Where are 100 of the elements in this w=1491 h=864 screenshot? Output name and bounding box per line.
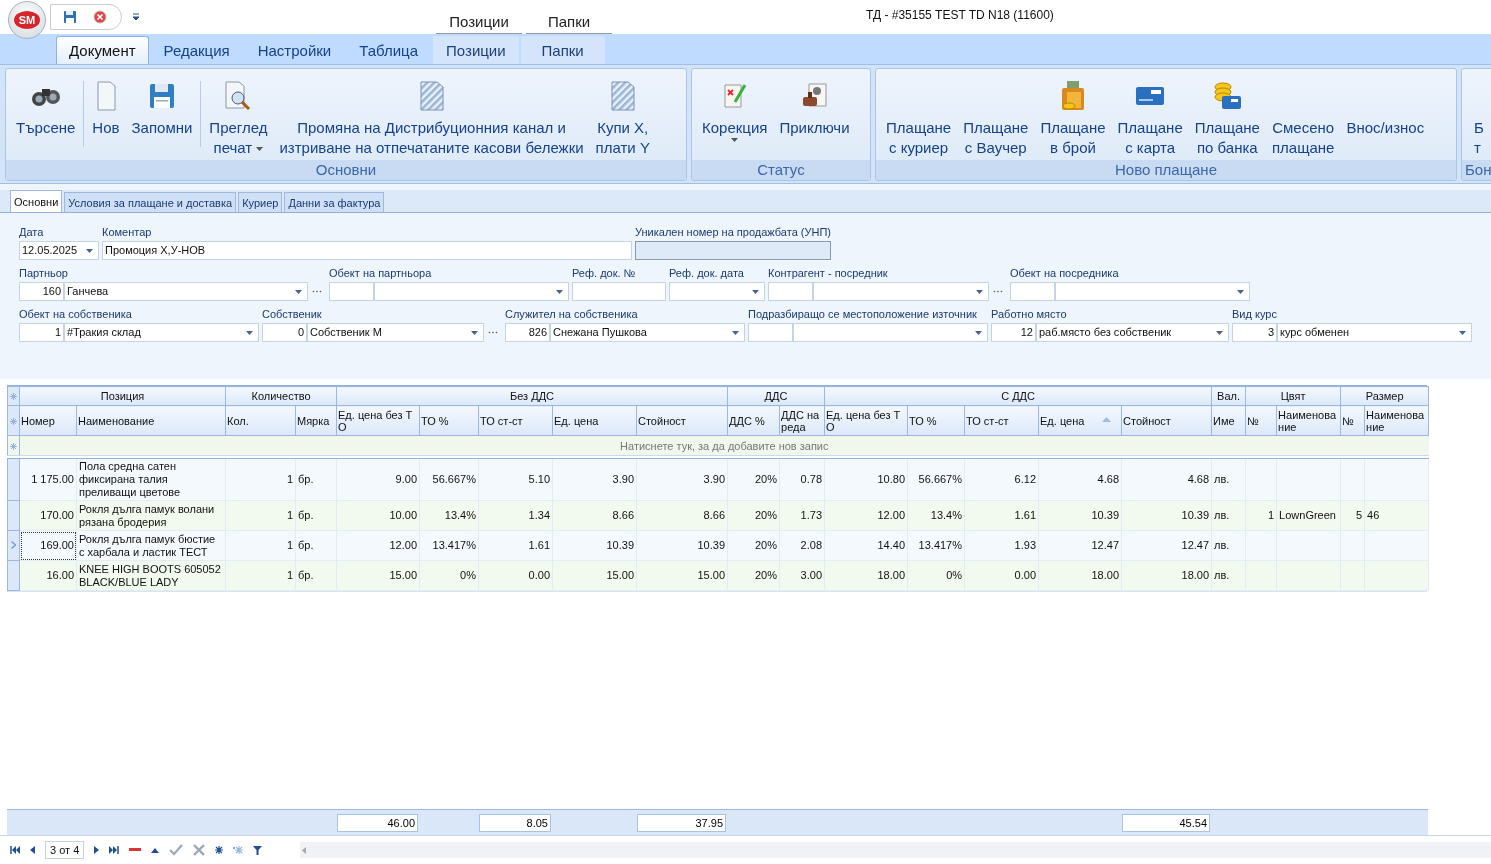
ribbon-tab[interactable]: Позиции: [433, 36, 519, 64]
ribbon-tab[interactable]: Папки: [520, 36, 605, 64]
ribbon-tab[interactable]: Настройки: [244, 36, 345, 64]
form-tab[interactable]: Данни за фактура: [284, 192, 385, 212]
ribbon-button[interactable]: Плащане по банка: [1188, 77, 1266, 158]
code-field[interactable]: 0: [262, 323, 307, 342]
form-tab[interactable]: Куриер: [238, 192, 283, 212]
customize-caret-icon[interactable]: [132, 13, 140, 21]
horizontal-scrollbar[interactable]: [300, 842, 1491, 858]
caret-icon: [256, 147, 264, 152]
combo-box[interactable]: #Тракия склад: [64, 323, 259, 342]
text-field[interactable]: [572, 282, 666, 301]
ribbon-button[interactable]: Купи Х, плати Y: [589, 77, 656, 158]
ribbon-group-label: Основни: [6, 160, 686, 180]
delete-record-icon[interactable]: [129, 848, 142, 852]
dropdown-arrow-icon: [976, 289, 983, 294]
ribbon-button[interactable]: Плащане с Ваучер: [957, 77, 1035, 158]
text-field[interactable]: Промоция Х,У-НОВ: [102, 241, 632, 260]
ribbon-button[interactable]: Търсене: [10, 77, 82, 138]
more-icon[interactable]: [488, 331, 498, 334]
column-header[interactable]: ТО ст-ст: [964, 405, 1039, 436]
first-record-icon[interactable]: [10, 846, 20, 854]
code-field[interactable]: 3: [1232, 323, 1277, 342]
column-header[interactable]: ТО ст-ст: [478, 405, 553, 436]
ribbon-button[interactable]: Преглед печат: [203, 77, 274, 158]
date-picker[interactable]: 12.05.2025: [19, 241, 99, 260]
ribbon-tab[interactable]: Таблица: [346, 36, 432, 64]
ribbon-button[interactable]: Смесено плащане: [1265, 77, 1341, 158]
date-picker[interactable]: [669, 282, 765, 301]
column-header[interactable]: Стойност: [636, 405, 728, 436]
field-label: Вид курс: [1232, 307, 1278, 322]
asterisk-icon: [10, 417, 17, 425]
column-header[interactable]: Ед. цена без ТО: [336, 405, 420, 436]
ribbon-button[interactable]: Приключи: [773, 77, 856, 138]
column-group-header: С ДДС: [824, 386, 1212, 406]
combo-box[interactable]: Снежана Пушкова: [550, 323, 745, 342]
column-header[interactable]: Наименование: [76, 405, 226, 436]
ribbon-button[interactable]: Плащане с куриер: [880, 77, 958, 158]
column-header[interactable]: ТО %: [419, 405, 479, 436]
column-header[interactable]: Наименование: [1364, 405, 1429, 436]
app-menu-button[interactable]: SM: [8, 1, 46, 39]
ribbon-button[interactable]: Плащане с карта: [1111, 77, 1189, 158]
save-icon[interactable]: [63, 10, 77, 24]
field-label: Реф. док. №: [572, 266, 637, 281]
code-field[interactable]: 826: [505, 323, 550, 342]
close-icon[interactable]: [93, 10, 107, 24]
edit-record-icon[interactable]: [151, 847, 160, 853]
asterisk-icon[interactable]: [215, 846, 224, 854]
column-header[interactable]: Номер: [19, 405, 77, 436]
code-field[interactable]: 160: [19, 282, 64, 301]
check-icon[interactable]: [169, 844, 184, 856]
filter-icon[interactable]: [253, 845, 263, 855]
column-header[interactable]: ТО %: [907, 405, 965, 436]
ribbon-button[interactable]: Плащане в брой: [1034, 77, 1112, 158]
table-cell-text: бр.: [298, 473, 315, 486]
code-field[interactable]: [748, 323, 793, 342]
code-field[interactable]: 1: [19, 323, 64, 342]
scroll-left-icon[interactable]: [302, 846, 306, 854]
row-indicator[interactable]: [7, 560, 20, 591]
last-record-icon[interactable]: [109, 846, 120, 854]
code-field[interactable]: [1010, 282, 1055, 301]
combo-box[interactable]: курс обменен: [1277, 323, 1472, 342]
column-header[interactable]: Ед. цена без ТО: [824, 405, 908, 436]
code-field[interactable]: [768, 282, 813, 301]
row-indicator[interactable]: [7, 500, 20, 531]
row-indicator[interactable]: [7, 458, 20, 501]
combo-box[interactable]: Ганчева: [64, 282, 308, 301]
combo-box[interactable]: Собственик М: [307, 323, 484, 342]
ribbon-tab[interactable]: Редакция: [150, 36, 243, 64]
form-tab[interactable]: Основни: [10, 190, 63, 212]
column-header[interactable]: Наименование: [1276, 405, 1341, 436]
ribbon-button[interactable]: Корекция: [696, 77, 774, 142]
row-indicator[interactable]: [7, 530, 20, 561]
column-header[interactable]: Ед. цена: [552, 405, 637, 436]
ribbon-button[interactable]: Внос/износ: [1340, 77, 1431, 138]
combo-box[interactable]: [1055, 282, 1250, 301]
code-field[interactable]: 12: [991, 323, 1036, 342]
more-icon[interactable]: [993, 290, 1003, 293]
table-cell-text: 0.00: [527, 569, 550, 582]
ribbon-button[interactable]: Промяна на Дистрибуционния канал и изтриване на отпечатаните касови бележки: [273, 77, 590, 158]
ribbon-tab[interactable]: Документ: [56, 36, 149, 64]
ribbon-button[interactable]: Нов: [86, 77, 126, 138]
code-field[interactable]: [329, 282, 374, 301]
cancel-icon[interactable]: [193, 844, 206, 856]
ribbon-button[interactable]: Б т: [1468, 77, 1490, 158]
new-row-prompt[interactable]: Натиснете тук, за да добавите нов запис: [620, 439, 829, 452]
column-header[interactable]: ДДС %: [727, 405, 780, 436]
column-header[interactable]: Стойност: [1121, 405, 1212, 436]
column-header[interactable]: Ед. цена: [1038, 405, 1122, 436]
column-header[interactable]: Кол.: [225, 405, 296, 436]
combo-box[interactable]: раб.място без собственик: [1036, 323, 1229, 342]
more-icon[interactable]: [312, 290, 322, 293]
previous-record-icon[interactable]: [30, 846, 35, 854]
table-cell-text: 2.08: [799, 539, 823, 552]
combo-box[interactable]: [793, 323, 988, 342]
field-label: Коментар: [102, 225, 153, 240]
next-record-icon[interactable]: [94, 846, 100, 854]
ribbon-button[interactable]: Запомни: [125, 77, 199, 138]
combo-box[interactable]: [374, 282, 569, 301]
form-tab[interactable]: Условия за плащане и доставка: [64, 192, 237, 212]
